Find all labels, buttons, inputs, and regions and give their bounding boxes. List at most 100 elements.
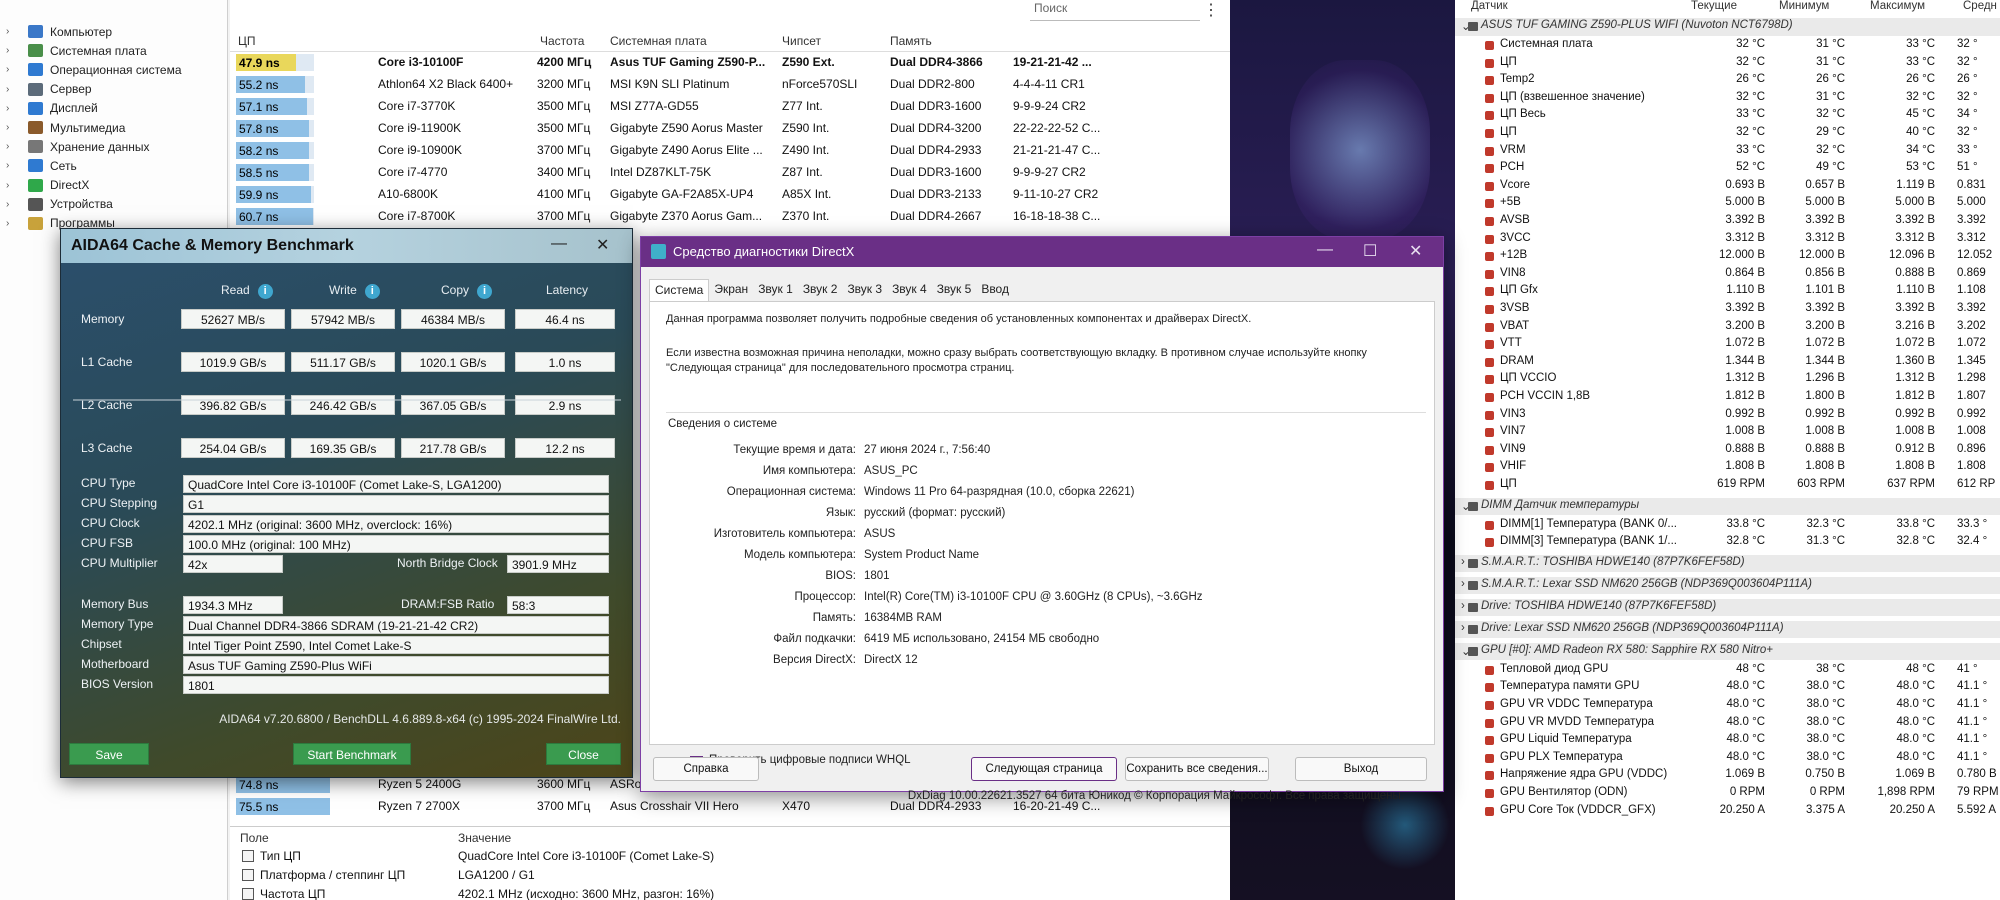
tab-7[interactable]: Звук 5 — [932, 279, 977, 301]
sensor-row[interactable]: VIN8 0.864 В 0.856 В 0.888 В 0.869 — [1455, 266, 2000, 284]
chevron-right-icon[interactable]: › — [6, 199, 9, 210]
table-row[interactable]: 59.9 ns A10-6800K 4100 МГц Gigabyte GA-F2A8… — [230, 184, 1230, 206]
tab-3[interactable]: Звук 1 — [753, 279, 798, 301]
sensor-row[interactable]: GPU Liquid Температура 48.0 °C 38.0 °C 48.0… — [1455, 732, 2000, 750]
chevron-right-icon[interactable]: › — [6, 103, 9, 114]
sensor-row[interactable]: VIN9 0.888 В 0.888 В 0.912 В 0.896 — [1455, 442, 2000, 460]
close-button[interactable]: Close — [546, 743, 621, 765]
chevron-right-icon[interactable]: › — [6, 218, 9, 229]
sensor-row[interactable]: VIN3 0.992 В 0.992 В 0.992 В 0.992 — [1455, 407, 2000, 425]
col-board[interactable]: Системная плата — [610, 34, 707, 48]
sensor-row[interactable]: ЦП Gfx 1.110 В 1.101 В 1.110 В 1.108 — [1455, 283, 2000, 301]
col-min[interactable]: Минимум — [1779, 0, 1829, 16]
chevron-right-icon[interactable]: › — [1461, 622, 1465, 634]
next-page-button[interactable]: Следующая страница — [971, 757, 1117, 781]
sensor-group[interactable]: › S.M.A.R.T.: Lexar SSD NM620 256GB (NDP3… — [1455, 576, 2000, 595]
sensor-row[interactable]: VHIF 1.808 В 1.808 В 1.808 В 1.808 — [1455, 459, 2000, 477]
info-icon[interactable]: i — [364, 284, 380, 299]
col-current[interactable]: Текущие — [1691, 0, 1737, 16]
info-icon[interactable]: i — [257, 284, 273, 299]
col-max[interactable]: Максимум — [1870, 0, 1925, 16]
minimize-icon[interactable]: — — [551, 235, 567, 253]
chevron-right-icon[interactable]: › — [6, 45, 9, 56]
sensor-row[interactable]: Тепловой диод GPU 48 °C 38 °C 48 °C 41 ° — [1455, 662, 2000, 680]
sensor-row[interactable]: PCH VCCIN 1,8В 1.812 В 1.800 В 1.812 В 1.807 — [1455, 389, 2000, 407]
sensor-row[interactable]: VRM 33 °C 32 °C 34 °C 33 ° — [1455, 143, 2000, 161]
sensor-group[interactable]: ⌄ ASUS TUF GAMING Z590-PLUS WIFI (Nuvoton… — [1455, 18, 2000, 36]
sensor-row[interactable]: Vcore 0.693 В 0.657 В 1.119 В 0.831 — [1455, 178, 2000, 196]
sidebar-item[interactable]: › Системная плата — [0, 41, 227, 60]
sensor-group[interactable]: ⌄ GPU [#0]: AMD Radeon RX 580: Sapphire R… — [1455, 642, 2000, 661]
chevron-right-icon[interactable]: › — [1461, 600, 1465, 612]
sensor-row[interactable]: Напряжение ядра GPU (VDDC) 1.069 В 0.750 В… — [1455, 767, 2000, 785]
chevron-right-icon[interactable]: › — [6, 160, 9, 171]
sensor-row[interactable]: VIN7 1.008 В 1.008 В 1.008 В 1.008 — [1455, 424, 2000, 442]
sensor-row[interactable]: ЦП VCCIO 1.312 В 1.296 В 1.312 В 1.298 — [1455, 371, 2000, 389]
sensor-row[interactable]: ЦП 32 °C 31 °C 33 °C 32 ° — [1455, 55, 2000, 73]
chevron-right-icon[interactable]: › — [1461, 556, 1465, 568]
sidebar-item[interactable]: › DirectX — [0, 176, 227, 195]
sensor-row[interactable]: AVSB 3.392 В 3.392 В 3.392 В 3.392 — [1455, 213, 2000, 231]
table-row[interactable]: 58.5 ns Core i7-4770 3400 МГц Intel DZ87KLT… — [230, 162, 1230, 184]
save-all-info-button[interactable]: Сохранить все сведения... — [1125, 757, 1269, 781]
sensor-row[interactable]: Temp2 26 °C 26 °C 26 °C 26 ° — [1455, 72, 2000, 90]
tab-8[interactable]: Ввод — [976, 279, 1014, 301]
sensor-group[interactable]: › S.M.A.R.T.: TOSHIBA HDWE140 (87P7K6FEF5… — [1455, 554, 2000, 573]
sidebar-item[interactable]: › Хранение данных — [0, 137, 227, 156]
col-freq[interactable]: Частота — [540, 34, 584, 48]
maximize-icon[interactable]: ☐ — [1363, 241, 1377, 261]
exit-button[interactable]: Выход — [1295, 757, 1427, 781]
sensor-row[interactable]: Температура памяти GPU 48.0 °C 38.0 °C 48.0… — [1455, 679, 2000, 697]
sensor-group[interactable]: › Drive: TOSHIBA HDWE140 (87P7K6FEF58D) — [1455, 598, 2000, 617]
more-options-icon[interactable]: ⋮ — [1203, 0, 1219, 20]
sensor-row[interactable]: GPU VR VDDC Температура 48.0 °C 38.0 °C 48.… — [1455, 697, 2000, 715]
sensor-row[interactable]: 3VCC 3.312 В 3.312 В 3.312 В 3.312 — [1455, 231, 2000, 249]
table-row[interactable]: 57.1 ns Core i7-3770K 3500 МГц MSI Z77A-GD5… — [230, 96, 1230, 118]
sensor-row[interactable]: ЦП (взвешенное значение) 32 °C 31 °C 32 °C 3… — [1455, 90, 2000, 108]
help-button[interactable]: Справка — [653, 757, 759, 781]
info-icon[interactable]: i — [477, 284, 493, 299]
sensor-group[interactable]: › Drive: Lexar SSD NM620 256GB (NDP369Q00… — [1455, 620, 2000, 639]
detail-row[interactable]: Платформа / степпинг ЦП LGA1200 / G1 — [240, 866, 1220, 886]
sidebar-item[interactable]: › Устройства — [0, 195, 227, 214]
col-sensor[interactable]: Датчик — [1471, 0, 1508, 16]
sensor-row[interactable]: 3VSB 3.392 В 3.392 В 3.392 В 3.392 — [1455, 301, 2000, 319]
sensor-row[interactable]: DRAM 1.344 В 1.344 В 1.360 В 1.345 — [1455, 354, 2000, 372]
sensor-row[interactable]: Системная плата 32 °C 31 °C 33 °C 32 ° — [1455, 37, 2000, 55]
sensor-row[interactable]: ЦП 619 RPM 603 RPM 637 RPM 612 RP — [1455, 477, 2000, 495]
sensor-row[interactable]: GPU Core Ток (VDDCR_GFX) 20.250 A 3.375 A 2… — [1455, 803, 2000, 821]
start-benchmark-button[interactable]: Start Benchmark — [293, 743, 411, 765]
sensor-row[interactable]: ЦП Весь 33 °C 32 °C 45 °C 34 ° — [1455, 107, 2000, 125]
chevron-right-icon[interactable]: › — [6, 122, 9, 133]
table-row[interactable]: 58.2 ns Core i9-10900K 3700 МГц Gigabyte Z4… — [230, 140, 1230, 162]
tab-5[interactable]: Звук 3 — [842, 279, 887, 301]
col-avg[interactable]: Средн — [1963, 0, 1997, 16]
sensor-row[interactable]: GPU VR MVDD Температура 48.0 °C 38.0 °C 48.… — [1455, 715, 2000, 733]
tab-1[interactable]: Система — [649, 279, 710, 301]
tab-6[interactable]: Звук 4 — [887, 279, 932, 301]
close-icon[interactable]: ✕ — [1409, 241, 1422, 261]
sensor-row[interactable]: DIMM[3] Температура (BANK 1/... 32.8 °C 31… — [1455, 534, 2000, 552]
col-chipset[interactable]: Чипсет — [782, 34, 821, 48]
detail-row[interactable]: Частота ЦП 4202.1 MHz (исходно: 3600 MHz,… — [240, 885, 1220, 900]
detail-row[interactable]: Тип ЦП QuadCore Intel Core i3-10100F (Com… — [240, 847, 1220, 867]
sidebar-item[interactable]: › Дисплей — [0, 99, 227, 118]
tab-4[interactable]: Звук 2 — [798, 279, 843, 301]
sidebar-item[interactable]: › Операционная система — [0, 60, 227, 79]
table-row[interactable]: 55.2 ns Athlon64 X2 Black 6400+ 3200 МГц MS… — [230, 74, 1230, 96]
sensor-row[interactable]: VTT 1.072 В 1.072 В 1.072 В 1.072 — [1455, 336, 2000, 354]
sidebar-item[interactable]: › Мультимедиа — [0, 118, 227, 137]
save-button[interactable]: Save — [69, 743, 149, 765]
table-row[interactable]: 57.8 ns Core i9-11900K 3500 МГц Gigabyte Z5… — [230, 118, 1230, 140]
sensor-row[interactable]: PCH 52 °C 49 °C 53 °C 51 ° — [1455, 160, 2000, 178]
close-icon[interactable]: ✕ — [596, 235, 609, 255]
tab-2[interactable]: Экран — [709, 279, 753, 301]
chevron-right-icon[interactable]: › — [6, 180, 9, 191]
chevron-right-icon[interactable]: › — [6, 84, 9, 95]
chevron-right-icon[interactable]: › — [1461, 578, 1465, 590]
sensor-row[interactable]: ЦП 32 °C 29 °C 40 °C 32 ° — [1455, 125, 2000, 143]
chevron-right-icon[interactable]: › — [6, 26, 9, 37]
search-input[interactable]: Поиск — [1030, 1, 1200, 21]
sensor-row[interactable]: DIMM[1] Температура (BANK 0/... 33.8 °C 32… — [1455, 517, 2000, 535]
col-memory[interactable]: Память — [890, 34, 932, 48]
